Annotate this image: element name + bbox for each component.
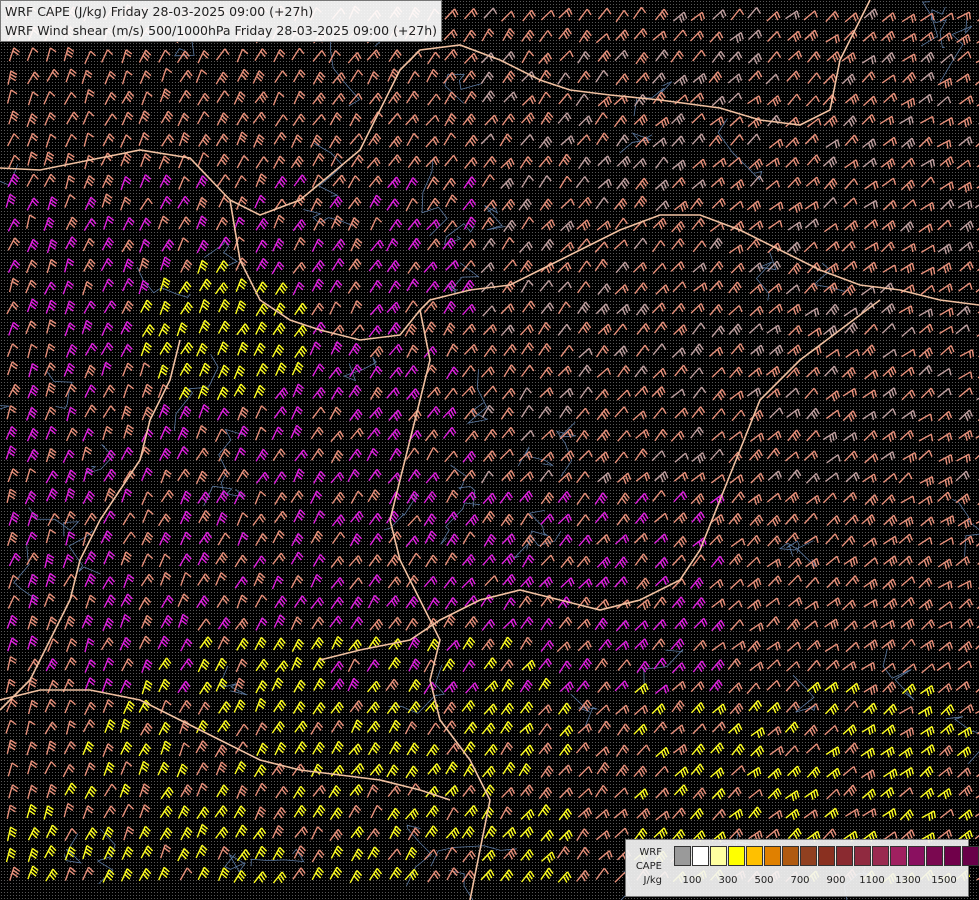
legend-swatch: [800, 846, 817, 866]
legend-swatch: [926, 846, 943, 866]
legend-swatch: [872, 846, 889, 866]
legend-swatch: [728, 846, 745, 866]
legend-swatches: [674, 846, 979, 866]
legend-ticks: 100 300 500 700 900 1100 1300 1500: [674, 875, 974, 889]
weather-map: [0, 0, 979, 900]
map-title-box: WRF CAPE (J/kg) Friday 28-03-2025 09:00 …: [0, 0, 443, 42]
cape-legend: WRF CAPE J/kg 100 300 500 700 900 1100 1…: [625, 839, 979, 897]
legend-label: WRF CAPE J/kg: [632, 846, 662, 888]
legend-tick-label: 500: [754, 875, 774, 886]
legend-swatch: [746, 846, 763, 866]
legend-swatch: [944, 846, 961, 866]
map-title-wind-shear: WRF Wind shear (m/s) 500/1000hPa Friday …: [5, 23, 438, 38]
legend-swatch: [764, 846, 781, 866]
legend-swatch: [818, 846, 835, 866]
legend-tick-label: 1500: [931, 875, 957, 886]
legend-tick-label: 1100: [859, 875, 885, 886]
legend-tick-label: 1300: [895, 875, 921, 886]
legend-swatch: [836, 846, 853, 866]
legend-tick-label: 100: [682, 875, 702, 886]
legend-label-line: CAPE: [635, 861, 662, 872]
legend-swatch: [908, 846, 925, 866]
legend-swatch: [710, 846, 727, 866]
legend-swatch: [854, 846, 871, 866]
legend-label-line: J/kg: [643, 875, 662, 886]
legend-swatch: [782, 846, 799, 866]
legend-swatch: [692, 846, 709, 866]
legend-swatch: [962, 846, 979, 866]
legend-tick-label: 300: [718, 875, 738, 886]
legend-tick-label: 700: [790, 875, 810, 886]
legend-swatch: [890, 846, 907, 866]
legend-swatch: [674, 846, 691, 866]
legend-tick-label: 900: [826, 875, 846, 886]
map-title-cape: WRF CAPE (J/kg) Friday 28-03-2025 09:00 …: [5, 4, 314, 19]
legend-label-line: WRF: [639, 847, 662, 858]
